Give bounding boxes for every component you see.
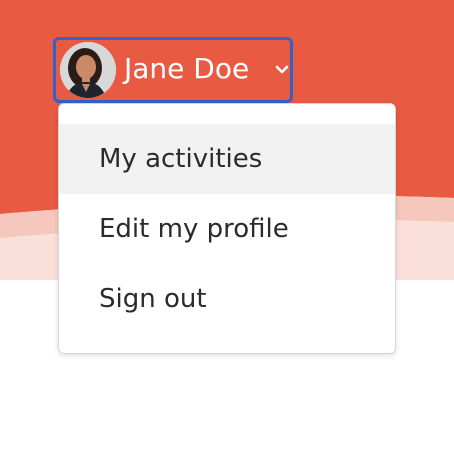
menu-item-edit-profile[interactable]: Edit my profile bbox=[59, 194, 395, 264]
menu-item-my-activities[interactable]: My activities bbox=[59, 124, 395, 194]
chevron-down-icon bbox=[275, 65, 289, 74]
user-name: Jane Doe bbox=[124, 52, 250, 85]
user-avatar-photo bbox=[60, 42, 116, 98]
page-canvas: Jane Doe My activities Edit my profile S… bbox=[0, 0, 454, 458]
user-menu-button[interactable]: Jane Doe bbox=[53, 37, 293, 103]
menu-item-sign-out[interactable]: Sign out bbox=[59, 264, 395, 334]
avatar bbox=[60, 42, 116, 98]
user-dropdown-menu: My activities Edit my profile Sign out bbox=[58, 103, 396, 354]
